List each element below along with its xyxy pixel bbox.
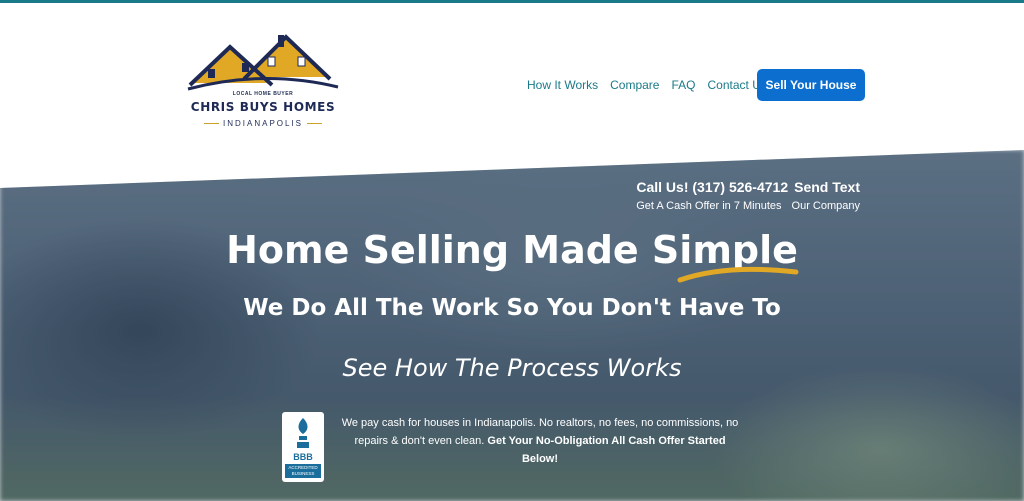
nav-link-how-it-works[interactable]: How It Works xyxy=(527,78,598,92)
bbb-accredited-label: ACCREDITED BUSINESS xyxy=(285,464,321,478)
underline-swoosh-icon xyxy=(677,266,799,283)
house-logo-icon xyxy=(187,34,339,91)
logo-tagline: LOCAL HOME BUYER xyxy=(232,91,294,97)
logo-divider xyxy=(204,122,219,124)
bbb-torch-icon xyxy=(297,418,309,448)
logo-divider xyxy=(307,122,323,124)
hero-blurb: We pay cash for houses in Indianapolis. … xyxy=(336,414,744,468)
blurb-bold-text: Get Your No-Obligation All Cash Offer St… xyxy=(487,435,726,465)
main-nav: How It Works Compare FAQ Contact Us xyxy=(527,69,779,101)
bbb-label: BBB xyxy=(293,452,313,462)
logo[interactable]: LOCAL HOME BUYER CHRIS BUYS HOMES INDIAN… xyxy=(186,33,346,133)
cash-offer-link[interactable]: Get A Cash Offer in 7 Minutes xyxy=(636,200,781,212)
bbb-badge[interactable]: BBB ACCREDITED BUSINESS xyxy=(282,412,324,482)
secondary-links: Get A Cash Offer in 7 Minutes Our Compan… xyxy=(636,200,860,212)
nav-link-compare[interactable]: Compare xyxy=(610,78,659,92)
send-text-link[interactable]: Send Text xyxy=(794,179,860,195)
hero-headline: Home Selling Made Simple xyxy=(226,228,798,272)
logo-name: CHRIS BUYS HOMES xyxy=(190,100,336,114)
logo-city-row: INDIANAPOLIS xyxy=(204,117,323,129)
sell-your-house-button[interactable]: Sell Your House xyxy=(757,69,865,101)
logo-city: INDIANAPOLIS xyxy=(223,118,304,128)
call-row: Call Us! (317) 526-4712 Send Text xyxy=(636,179,860,195)
nav-link-faq[interactable]: FAQ xyxy=(671,78,695,92)
hero-subheadline: We Do All The Work So You Don't Have To xyxy=(243,295,781,321)
our-company-link[interactable]: Our Company xyxy=(792,200,860,212)
site-header: LOCAL HOME BUYER CHRIS BUYS HOMES INDIAN… xyxy=(0,3,1024,153)
call-us-link[interactable]: Call Us! (317) 526-4712 xyxy=(636,179,788,195)
hero-section: Call Us! (317) 526-4712 Send Text Get A … xyxy=(0,150,1024,501)
process-link[interactable]: See How The Process Works xyxy=(0,354,1024,382)
